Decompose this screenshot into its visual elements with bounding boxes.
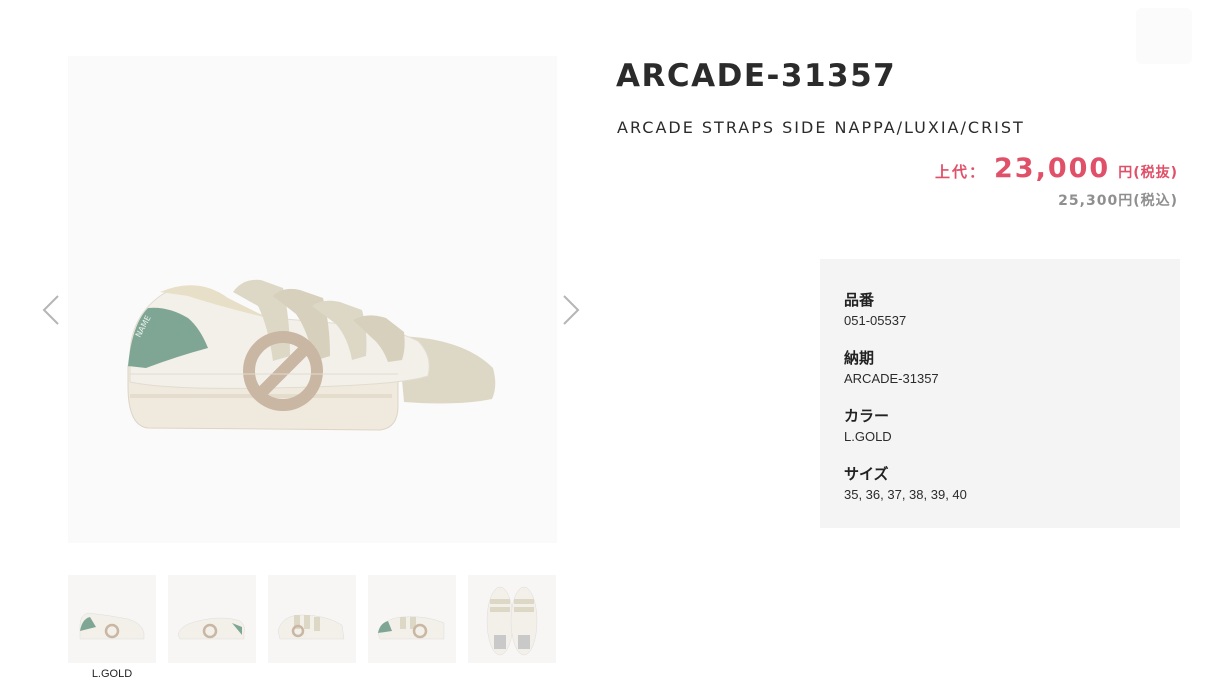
thumbnail-image[interactable] [468, 575, 556, 663]
spec-value: ARCADE-31357 [844, 371, 939, 386]
thumbnail-image[interactable] [168, 575, 256, 663]
gallery-next-button[interactable] [556, 292, 586, 328]
spec-item-delivery: 納期 ARCADE-31357 [844, 347, 939, 386]
price-value: 23,000 [994, 153, 1111, 184]
product-title: ARCADE-31357 [616, 58, 897, 94]
thumbnail-color-label: L.GOLD [91, 668, 133, 680]
spec-value: 35, 36, 37, 38, 39, 40 [844, 487, 967, 502]
thumbnail-image[interactable] [68, 575, 156, 663]
sneaker-illustration: NAME [127, 279, 496, 431]
spec-panel: 品番 051-05537 納期 ARCADE-31357 カラー L.GOLD … [820, 259, 1180, 528]
price-unit: 円(税抜) [1118, 165, 1178, 181]
chevron-right-icon [563, 295, 580, 325]
spec-item-product-number: 品番 051-05537 [844, 289, 906, 328]
spec-label: サイズ [844, 465, 889, 483]
product-subtitle: ARCADE STRAPS SIDE NAPPA/LUXIA/CRIST [617, 118, 1025, 137]
gallery-prev-button[interactable] [38, 292, 68, 328]
top-right-placeholder [1136, 8, 1192, 64]
chevron-left-icon [42, 295, 59, 325]
spec-label: 納期 [844, 349, 875, 367]
spec-label: カラー [844, 407, 890, 425]
main-product-image: NAME [68, 56, 557, 543]
spec-value: 051-05537 [844, 313, 907, 328]
thumbnail-image[interactable] [368, 575, 456, 663]
spec-item-color: カラー L.GOLD [844, 405, 892, 444]
spec-label: 品番 [844, 291, 875, 309]
spec-item-size: サイズ 35, 36, 37, 38, 39, 40 [844, 463, 967, 502]
thumbnail-image[interactable] [268, 575, 356, 663]
price-tax-included: 25,300円(税込) [1058, 193, 1178, 209]
spec-value: L.GOLD [844, 429, 892, 444]
price-label: 上代： [934, 163, 986, 181]
price-row: 上代： 23,000 円(税抜) [935, 153, 1178, 184]
